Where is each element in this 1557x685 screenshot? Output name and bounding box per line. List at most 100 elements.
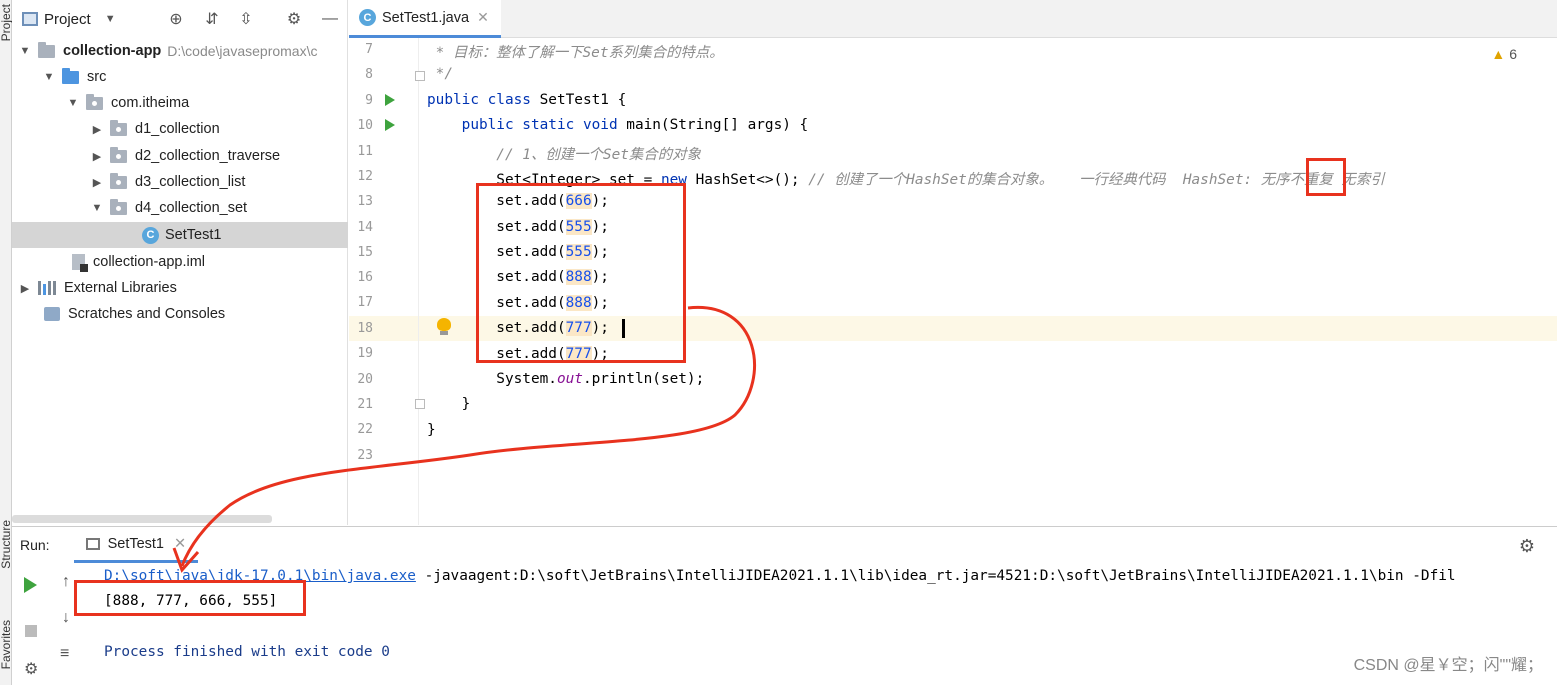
line-number: 11 <box>357 144 373 159</box>
collapse-all-icon[interactable]: ⇳ <box>236 9 256 29</box>
chevron-right-icon[interactable]: ▶ <box>18 282 32 295</box>
line-number: 19 <box>357 346 373 361</box>
line-number: 21 <box>357 397 373 412</box>
tree-item-collection-app-iml[interactable]: collection-app.iml <box>12 249 205 275</box>
module-file-icon <box>72 254 88 272</box>
process-finished-message: Process finished with exit code 0 <box>104 644 390 660</box>
field-out: out <box>556 371 583 387</box>
libraries-icon <box>38 281 56 295</box>
close-icon[interactable]: ✕ <box>477 9 489 26</box>
chevron-down-icon[interactable]: ▼ <box>105 13 116 25</box>
arrow-down-icon[interactable]: ↓ <box>62 609 70 627</box>
line-number: 15 <box>357 245 373 260</box>
console-command-line: D:\soft\java\jdk-17.0.1\bin\java.exe -ja… <box>104 568 1456 584</box>
tree-item-d4-collection-set[interactable]: ▼ d4_collection_set <box>12 195 247 221</box>
project-horizontal-scrollbar[interactable] <box>12 515 272 523</box>
tree-item-scratches[interactable]: Scratches and Consoles <box>12 301 225 327</box>
rerun-icon[interactable] <box>24 577 37 593</box>
line-number: 13 <box>357 194 373 209</box>
chevron-right-icon[interactable]: ▶ <box>90 123 104 136</box>
tree-item-label: collection-app <box>63 43 162 59</box>
tree-item-settest1[interactable]: C SetTest1 <box>12 222 348 248</box>
line-number: 12 <box>357 169 373 184</box>
line-number: 10 <box>357 118 373 133</box>
package-icon <box>86 93 103 110</box>
fold-marker-icon[interactable] <box>415 399 425 409</box>
tree-item-src[interactable]: ▼ src <box>12 64 106 90</box>
keywords: public class <box>427 92 540 108</box>
tree-item-label: SetTest1 <box>165 227 222 243</box>
project-toolbar: Project ▼ ⊕ ⇵ ⇳ ⚙ — <box>12 0 347 38</box>
code-line-7: * 目标：整体了解一下Set系列集合的特点。 <box>427 45 724 61</box>
soft-wrap-icon[interactable]: ≡ <box>60 645 69 663</box>
chevron-down-icon[interactable]: ▼ <box>18 45 32 57</box>
code-line-22: } <box>427 422 436 438</box>
tab-label: SetTest1.java <box>382 9 470 26</box>
line-number: 7 <box>365 42 373 57</box>
tab-settest1-java[interactable]: C SetTest1.java ✕ <box>349 0 501 38</box>
chevron-down-icon[interactable]: ▼ <box>42 71 56 83</box>
code-line-21: } <box>427 396 471 412</box>
tree-item-label: d2_collection_traverse <box>135 148 281 164</box>
expand-all-icon[interactable]: ⇵ <box>202 9 222 29</box>
line-number: 20 <box>357 372 373 387</box>
code-line-11: // 1、创建一个Set集合的对象 <box>427 147 701 163</box>
line-number: 9 <box>365 93 373 108</box>
method-decl: main(String[] args) { <box>626 117 809 133</box>
line-number: 16 <box>357 270 373 285</box>
line-number: 8 <box>365 67 373 82</box>
code-line-10: public static void main(String[] args) { <box>427 117 809 133</box>
close-icon[interactable]: ✕ <box>174 536 186 552</box>
fold-marker-icon[interactable] <box>415 71 425 81</box>
project-view-title[interactable]: Project <box>44 11 91 28</box>
tree-item-label: External Libraries <box>64 280 177 296</box>
package-icon <box>110 119 127 136</box>
tree-item-d2-collection-traverse[interactable]: ▶ d2_collection_traverse <box>12 143 280 169</box>
tree-item-collection-app[interactable]: ▼ collection-app D:\code\javasepromax\c <box>12 38 317 64</box>
chevron-right-icon[interactable]: ▶ <box>90 176 104 189</box>
code-line-9: public class SetTest1 { <box>427 92 626 108</box>
package-icon <box>110 146 127 163</box>
run-config-icon <box>85 537 100 550</box>
tree-item-label: src <box>87 69 107 85</box>
chevron-down-icon[interactable]: ▼ <box>66 97 80 109</box>
code-line-8: */ <box>427 66 453 82</box>
line-number-gutter: 7 8 9 10 11 12 13 14 15 16 17 18 19 20 2… <box>349 38 425 525</box>
line-number: 17 <box>357 295 373 310</box>
editor-tab-bar: C SetTest1.java ✕ <box>349 0 1557 38</box>
java-class-icon: C <box>142 226 159 244</box>
left-tool-strip: Project Structure Favorites <box>0 0 13 685</box>
warning-count: 6 <box>1509 46 1517 62</box>
gear-icon[interactable]: ⚙ <box>284 9 304 29</box>
arrow-up-icon[interactable]: ↑ <box>62 573 70 591</box>
project-panel: Project ▼ ⊕ ⇵ ⇳ ⚙ — ▼ collection-app D:\… <box>12 0 348 525</box>
gear-icon[interactable]: ⚙ <box>1519 536 1535 557</box>
stop-icon[interactable] <box>25 625 37 637</box>
inspection-widget[interactable]: ▲ 6 <box>1491 46 1517 62</box>
locate-icon[interactable]: ⊕ <box>166 9 186 29</box>
tree-item-d3-collection-list[interactable]: ▶ d3_collection_list <box>12 169 245 195</box>
tab-run-settest1[interactable]: SetTest1 ✕ <box>73 527 199 563</box>
warning-icon: ▲ <box>1491 46 1506 62</box>
keywords: public static void <box>427 117 627 133</box>
run-class-icon[interactable] <box>385 94 395 106</box>
annotation-box-unordered <box>1306 158 1346 196</box>
source-folder-icon <box>62 67 79 84</box>
line-number: 23 <box>357 448 373 463</box>
run-header: Run: SetTest1 ✕ ⚙ <box>12 527 1557 563</box>
tree-item-label: com.itheima <box>111 95 190 111</box>
run-tab-label: SetTest1 <box>107 535 164 552</box>
chevron-right-icon[interactable]: ▶ <box>90 150 104 163</box>
tree-item-d1-collection[interactable]: ▶ d1_collection <box>12 116 220 142</box>
run-label: Run: <box>20 537 50 553</box>
tree-item-com-itheima[interactable]: ▼ com.itheima <box>12 90 189 116</box>
tree-item-label: d3_collection_list <box>135 174 246 190</box>
settings-gear-icon[interactable]: ⚙ <box>24 659 38 679</box>
tree-item-label: Scratches and Consoles <box>68 306 226 322</box>
run-main-icon[interactable] <box>385 119 395 131</box>
chevron-down-icon[interactable]: ▼ <box>90 202 104 214</box>
tree-item-label: d1_collection <box>135 121 220 137</box>
package-icon <box>110 198 127 215</box>
tree-item-external-libraries[interactable]: ▶ External Libraries <box>12 275 177 301</box>
minimize-icon[interactable]: — <box>320 9 340 29</box>
